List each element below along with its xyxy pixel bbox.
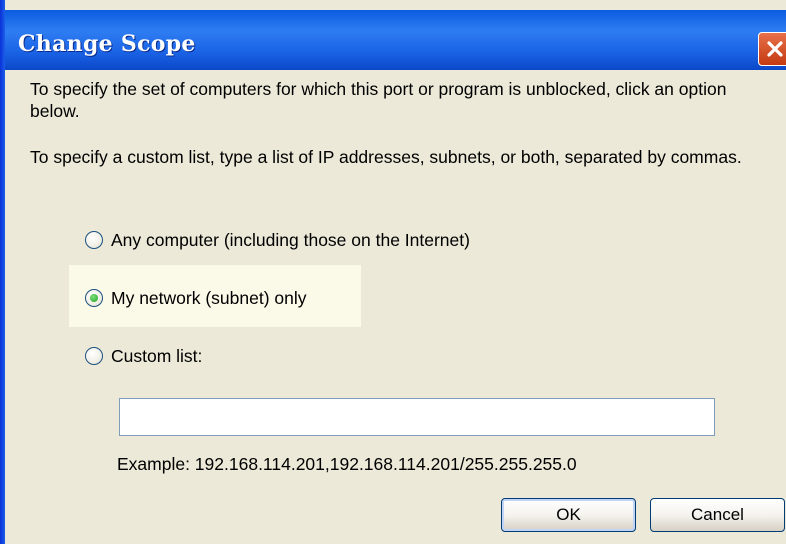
dialog-body: To specify the set of computers for whic…: [5, 70, 786, 544]
option-custom-list[interactable]: Custom list:: [85, 342, 202, 370]
close-button[interactable]: [758, 32, 786, 66]
ok-button[interactable]: OK: [501, 498, 636, 532]
option-my-network-label: My network (subnet) only: [111, 287, 307, 308]
cancel-button[interactable]: Cancel: [650, 498, 785, 532]
close-icon: [767, 41, 783, 57]
change-scope-dialog: Change Scope To specify the set of compu…: [0, 0, 786, 544]
radio-custom-list[interactable]: [85, 347, 103, 365]
option-any-computer-label: Any computer (including those on the Int…: [111, 229, 470, 250]
instruction-text: To specify the set of computers for whic…: [30, 79, 727, 121]
option-any-computer[interactable]: Any computer (including those on the Int…: [85, 226, 470, 254]
option-my-network[interactable]: My network (subnet) only: [85, 284, 307, 312]
custom-list-example: Example: 192.168.114.201,192.168.114.201…: [117, 454, 577, 474]
custom-list-input[interactable]: [119, 398, 715, 436]
dialog-title: Change Scope: [18, 31, 196, 57]
custom-list-instruction-text: To specify a custom list, type a list of…: [30, 147, 742, 167]
radio-any-computer[interactable]: [85, 231, 103, 249]
title-bar[interactable]: Change Scope: [0, 10, 786, 70]
radio-my-network[interactable]: [85, 289, 103, 307]
option-custom-list-label: Custom list:: [111, 345, 203, 366]
